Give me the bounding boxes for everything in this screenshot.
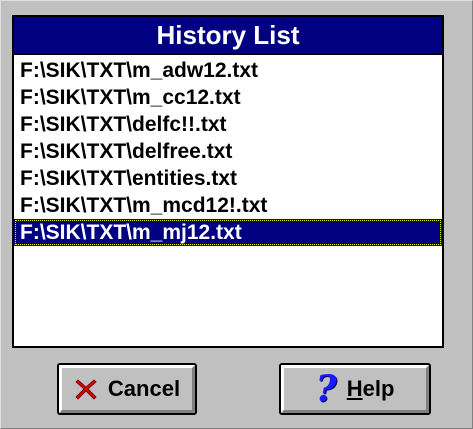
list-title: History List (14, 17, 442, 53)
list-item-selected[interactable]: F:\SIK\TXT\m_mj12.txt (14, 219, 442, 246)
help-button[interactable]: ? Help (279, 363, 431, 415)
history-list-dialog: History List F:\SIK\TXT\m_adw12.txt F:\S… (0, 0, 473, 429)
help-label: Help (347, 376, 395, 402)
list-item[interactable]: F:\SIK\TXT\delfree.txt (14, 138, 442, 165)
cancel-button[interactable]: Cancel (57, 363, 197, 415)
cancel-label: Cancel (107, 376, 181, 401)
list-item[interactable]: F:\SIK\TXT\m_adw12.txt (14, 57, 442, 84)
history-listbox[interactable]: F:\SIK\TXT\m_adw12.txt F:\SIK\TXT\m_cc12… (14, 55, 442, 346)
list-item[interactable]: F:\SIK\TXT\m_mcd12!.txt (14, 192, 442, 219)
list-item[interactable]: F:\SIK\TXT\entities.txt (14, 165, 442, 192)
help-label-rest: elp (362, 376, 395, 401)
help-accelerator: H (346, 376, 363, 401)
list-item[interactable]: F:\SIK\TXT\delfc!!.txt (14, 111, 442, 138)
list-item[interactable]: F:\SIK\TXT\m_cc12.txt (14, 84, 442, 111)
red-x-icon (74, 377, 98, 401)
question-mark-icon: ? (315, 368, 337, 410)
